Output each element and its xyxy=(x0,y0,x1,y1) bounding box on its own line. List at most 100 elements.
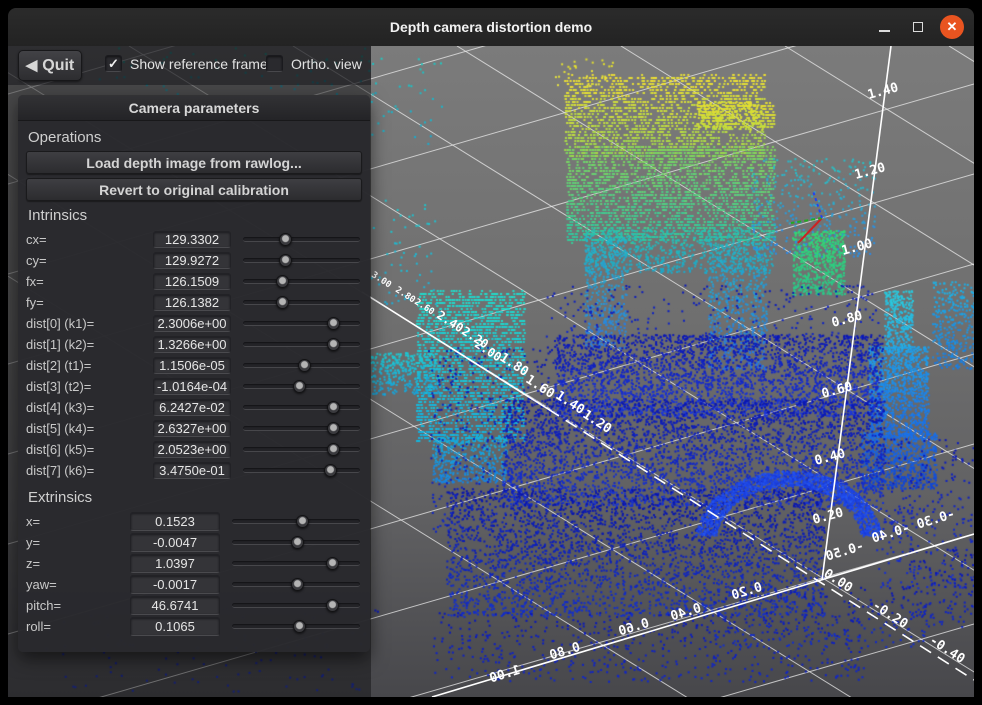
param-slider[interactable] xyxy=(232,598,360,613)
slider-thumb[interactable] xyxy=(327,338,340,351)
param-value-field[interactable]: 1.1506e-05 xyxy=(153,357,231,374)
slider-track[interactable] xyxy=(243,468,360,473)
param-slider[interactable] xyxy=(243,442,360,457)
param-label: cx= xyxy=(26,232,153,247)
slider-track[interactable] xyxy=(243,447,360,452)
svg-text:-0.50: -0.50 xyxy=(824,539,866,565)
param-value-field[interactable]: 2.3006e+00 xyxy=(153,315,231,332)
svg-text:1.40: 1.40 xyxy=(553,388,588,418)
param-value-field[interactable]: 46.6741 xyxy=(130,596,220,615)
minimize-icon xyxy=(879,30,890,32)
slider-thumb[interactable] xyxy=(296,515,309,528)
section-extrinsics: Extrinsics xyxy=(28,489,362,506)
param-slider[interactable] xyxy=(243,274,360,289)
svg-text:1.60: 1.60 xyxy=(523,372,558,402)
ortho-view-label: Ortho. view xyxy=(291,56,362,72)
load-depth-image-button[interactable]: Load depth image from rawlog... xyxy=(26,151,362,174)
param-value-field[interactable]: 126.1509 xyxy=(153,273,231,290)
slider-thumb[interactable] xyxy=(276,275,289,288)
slider-track[interactable] xyxy=(243,321,360,326)
param-row-dist-4-k3: dist[4] (k3)= 6.2427e-02 xyxy=(26,397,362,418)
slider-track[interactable] xyxy=(243,426,360,431)
param-value-field[interactable]: -0.0047 xyxy=(130,533,220,552)
slider-track[interactable] xyxy=(243,237,360,242)
revert-calibration-button[interactable]: Revert to original calibration xyxy=(26,178,362,201)
slider-track[interactable] xyxy=(243,300,360,305)
param-label: dist[3] (t2)= xyxy=(26,379,153,394)
param-slider[interactable] xyxy=(232,577,360,592)
show-reference-frame-checkbox[interactable]: ✓ xyxy=(105,55,122,72)
param-label: cy= xyxy=(26,253,153,268)
slider-thumb[interactable] xyxy=(326,599,339,612)
slider-thumb[interactable] xyxy=(279,233,292,246)
minimize-button[interactable] xyxy=(872,15,896,39)
param-slider[interactable] xyxy=(243,295,360,310)
param-value-field[interactable]: 0.1065 xyxy=(130,617,220,636)
param-label: roll= xyxy=(26,619,130,634)
slider-track[interactable] xyxy=(232,561,360,566)
slider-track[interactable] xyxy=(243,405,360,410)
window-title: Depth camera distortion demo xyxy=(390,19,592,35)
param-slider[interactable] xyxy=(232,619,360,634)
toolbar: ◀ Quit ✓ Show reference frame Ortho. vie… xyxy=(8,46,371,85)
param-slider[interactable] xyxy=(243,379,360,394)
param-label: fy= xyxy=(26,295,153,310)
slider-thumb[interactable] xyxy=(293,620,306,633)
param-slider[interactable] xyxy=(232,535,360,550)
slider-track[interactable] xyxy=(232,603,360,608)
slider-thumb[interactable] xyxy=(298,359,311,372)
slider-track[interactable] xyxy=(243,258,360,263)
param-value-field[interactable]: 1.3266e+00 xyxy=(153,336,231,353)
slider-thumb[interactable] xyxy=(324,464,337,477)
param-slider[interactable] xyxy=(243,400,360,415)
param-value-field[interactable]: 1.0397 xyxy=(130,554,220,573)
param-row-dist-0-k1: dist[0] (k1)= 2.3006e+00 xyxy=(26,313,362,334)
param-slider[interactable] xyxy=(243,358,360,373)
slider-thumb[interactable] xyxy=(279,254,292,267)
param-label: pitch= xyxy=(26,598,130,613)
slider-thumb[interactable] xyxy=(291,536,304,549)
param-value-field[interactable]: 129.9272 xyxy=(153,252,231,269)
param-value-field[interactable]: 2.0523e+00 xyxy=(153,441,231,458)
slider-thumb[interactable] xyxy=(276,296,289,309)
param-value-field[interactable]: 0.1523 xyxy=(130,512,220,531)
param-value-field[interactable]: 126.1382 xyxy=(153,294,231,311)
param-value-field[interactable]: -1.0164e-04 xyxy=(153,378,231,395)
maximize-button[interactable] xyxy=(906,15,930,39)
close-button[interactable]: ✕ xyxy=(940,15,964,39)
svg-text:-0.40: -0.40 xyxy=(870,521,912,547)
param-value-field[interactable]: 2.6327e+00 xyxy=(153,420,231,437)
slider-track[interactable] xyxy=(243,279,360,284)
slider-track[interactable] xyxy=(243,342,360,347)
slider-thumb[interactable] xyxy=(327,422,340,435)
slider-thumb[interactable] xyxy=(327,401,340,414)
title-bar[interactable]: Depth camera distortion demo ✕ xyxy=(8,8,974,46)
ortho-view-checkbox[interactable] xyxy=(266,55,283,72)
param-slider[interactable] xyxy=(232,514,360,529)
param-slider[interactable] xyxy=(243,253,360,268)
param-value-field[interactable]: 6.2427e-02 xyxy=(153,399,231,416)
param-value-field[interactable]: 3.4750e-01 xyxy=(153,462,231,479)
quit-label: Quit xyxy=(42,57,74,75)
param-value-field[interactable]: 129.3302 xyxy=(153,231,231,248)
slider-thumb[interactable] xyxy=(291,578,304,591)
param-value-field[interactable]: -0.0017 xyxy=(130,575,220,594)
param-row-dist-6-k5: dist[6] (k5)= 2.0523e+00 xyxy=(26,439,362,460)
panel-header[interactable]: Camera parameters xyxy=(18,95,370,121)
slider-thumb[interactable] xyxy=(327,317,340,330)
slider-thumb[interactable] xyxy=(326,557,339,570)
quit-button[interactable]: ◀ Quit xyxy=(18,50,82,81)
app-window: Depth camera distortion demo ✕ 1.401.201… xyxy=(0,0,982,705)
param-row-dist-5-k4: dist[5] (k4)= 2.6327e+00 xyxy=(26,418,362,439)
param-slider[interactable] xyxy=(243,316,360,331)
svg-text:0.20: 0.20 xyxy=(730,580,764,604)
param-slider[interactable] xyxy=(243,232,360,247)
param-slider[interactable] xyxy=(243,463,360,478)
slider-thumb[interactable] xyxy=(327,443,340,456)
param-slider[interactable] xyxy=(232,556,360,571)
param-slider[interactable] xyxy=(243,421,360,436)
param-slider[interactable] xyxy=(243,337,360,352)
panel-body: Operations Load depth image from rawlog.… xyxy=(18,121,370,637)
param-label: dist[7] (k6)= xyxy=(26,463,153,478)
slider-thumb[interactable] xyxy=(293,380,306,393)
